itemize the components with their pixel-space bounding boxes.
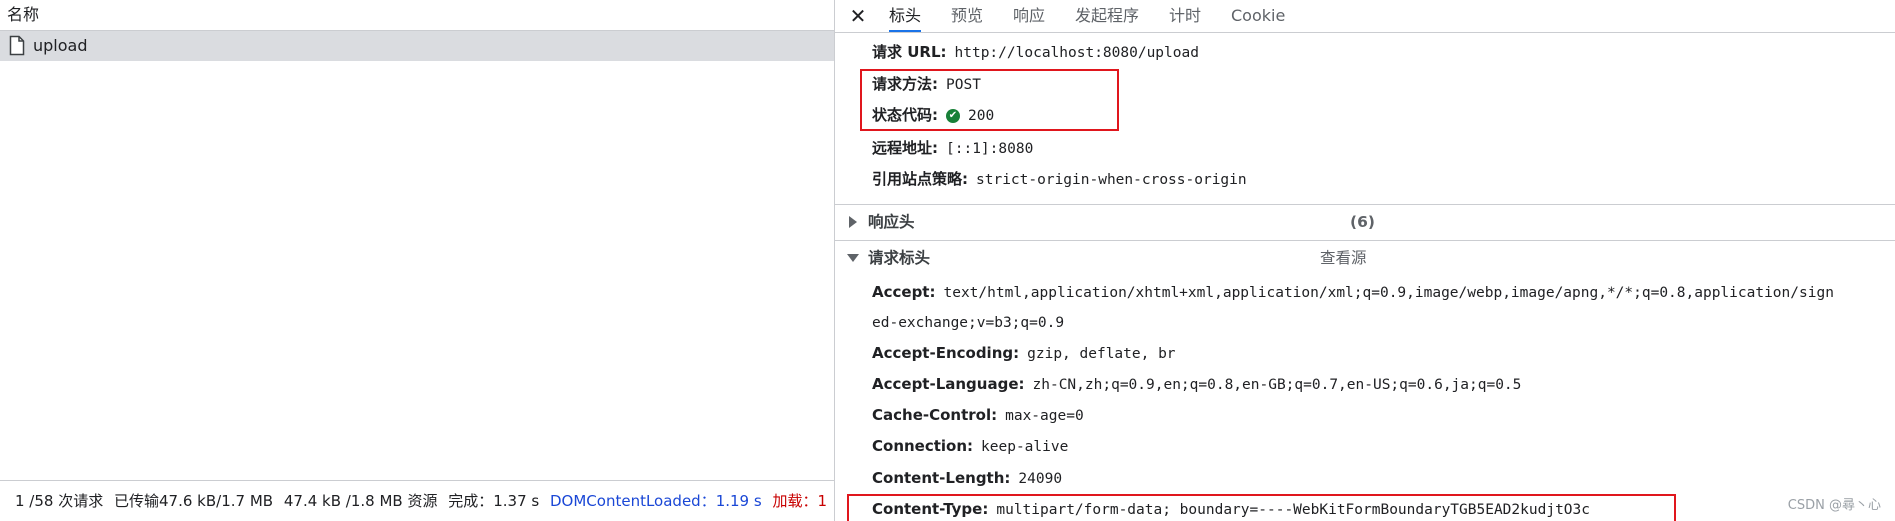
request-name: upload (33, 36, 88, 55)
general-remote-address: 远程地址: [::1]:8080 (872, 138, 1033, 159)
header-value[interactable]: ed-exchange;v=b3;q=0.9 (872, 315, 1064, 331)
header-key: Connection: (872, 437, 974, 455)
header-value[interactable]: 24090 (1018, 471, 1062, 487)
tab-response[interactable]: 响应 (1013, 0, 1045, 32)
request-row-upload[interactable]: upload (0, 31, 834, 61)
details-tab-bar: ✕ 标头 预览 响应 发起程序 计时 Cookie (835, 0, 1895, 33)
finish-time: 完成：1.37 s (448, 492, 540, 510)
header-key: Accept: (872, 283, 936, 301)
tab-initiator[interactable]: 发起程序 (1075, 0, 1139, 32)
status-bar: 1 /58 次请求 已传输47.6 kB/1.7 MB 47.4 kB /1.8… (0, 480, 834, 521)
tab-headers[interactable]: 标头 (889, 0, 922, 32)
tab-cookie[interactable]: Cookie (1231, 0, 1285, 32)
header-key: Accept-Encoding: (872, 344, 1020, 362)
response-headers-section[interactable]: 响应头 (6) (835, 204, 1895, 238)
header-value[interactable]: text/html,application/xhtml+xml,applicat… (943, 285, 1833, 301)
header-key: 请求 URL: (872, 43, 947, 61)
request-details-panel: ✕ 标头 预览 响应 发起程序 计时 Cookie 请求 URL: http://… (835, 0, 1895, 521)
req-header-accept: Accept: text/html,application/xhtml+xml,a… (872, 282, 1834, 303)
header-key: Cache-Control: (872, 406, 998, 424)
header-value[interactable]: [::1]:8080 (946, 141, 1033, 157)
name-column-header[interactable]: 名称 (0, 0, 835, 31)
highlight-box (847, 494, 1676, 521)
tab-preview[interactable]: 预览 (951, 0, 983, 32)
header-key: 远程地址: (872, 139, 938, 157)
tab-timing[interactable]: 计时 (1169, 0, 1201, 32)
req-header-cache-control: Cache-Control: max-age=0 (872, 405, 1084, 426)
watermark: CSDN @尋丶心 (1787, 498, 1881, 513)
header-value[interactable]: strict-origin-when-cross-origin (976, 172, 1247, 188)
req-header-accept-encoding: Accept-Encoding: gzip, deflate, br (872, 343, 1176, 364)
request-count: 1 /58 次请求 (15, 492, 104, 510)
header-key: Content-Length: (872, 469, 1011, 487)
general-request-url: 请求 URL: http://localhost:8080/upload (872, 42, 1199, 63)
transferred-size: 已传输47.6 kB/1.7 MB (114, 492, 274, 510)
section-title[interactable]: 响应头 (868, 205, 915, 239)
section-title[interactable]: 请求标头 (868, 241, 930, 275)
expand-triangle-icon[interactable] (849, 216, 857, 228)
header-key: 引用站点策略: (872, 170, 968, 188)
req-header-accept-language: Accept-Language: zh-CN,zh;q=0.9,en;q=0.8,… (872, 374, 1521, 395)
collapse-triangle-icon[interactable] (847, 254, 859, 262)
header-value[interactable]: max-age=0 (1005, 408, 1084, 424)
header-value[interactable]: gzip, deflate, br (1027, 346, 1175, 362)
header-key: Accept-Language: (872, 375, 1025, 393)
header-value[interactable]: http://localhost:8080/upload (955, 45, 1199, 61)
document-icon (9, 35, 25, 56)
view-source-link[interactable]: 查看源 (1320, 241, 1367, 275)
req-header-connection: Connection: keep-alive (872, 436, 1068, 457)
req-header-content-length: Content-Length: 24090 (872, 468, 1062, 489)
request-list-panel: 名称 upload 1 /58 次请求 已传输47.6 kB/1.7 MB 47… (0, 0, 835, 521)
header-value[interactable]: keep-alive (981, 439, 1068, 455)
request-headers-section[interactable]: 请求标头 查看源 (835, 240, 1895, 274)
req-header-accept-cont: ed-exchange;v=b3;q=0.9 (872, 312, 1064, 333)
general-referrer-policy: 引用站点策略: strict-origin-when-cross-origin (872, 169, 1247, 190)
dom-content-loaded-time: DOMContentLoaded：1.19 s (550, 492, 762, 510)
header-count: (6) (1350, 213, 1375, 231)
load-time: 加载：1 (772, 492, 827, 510)
close-icon[interactable]: ✕ (848, 4, 868, 28)
highlight-box (860, 69, 1119, 131)
header-value[interactable]: zh-CN,zh;q=0.9,en;q=0.8,en-GB;q=0.7,en-U… (1033, 377, 1522, 393)
resources-size: 47.4 kB /1.8 MB 资源 (283, 492, 438, 510)
